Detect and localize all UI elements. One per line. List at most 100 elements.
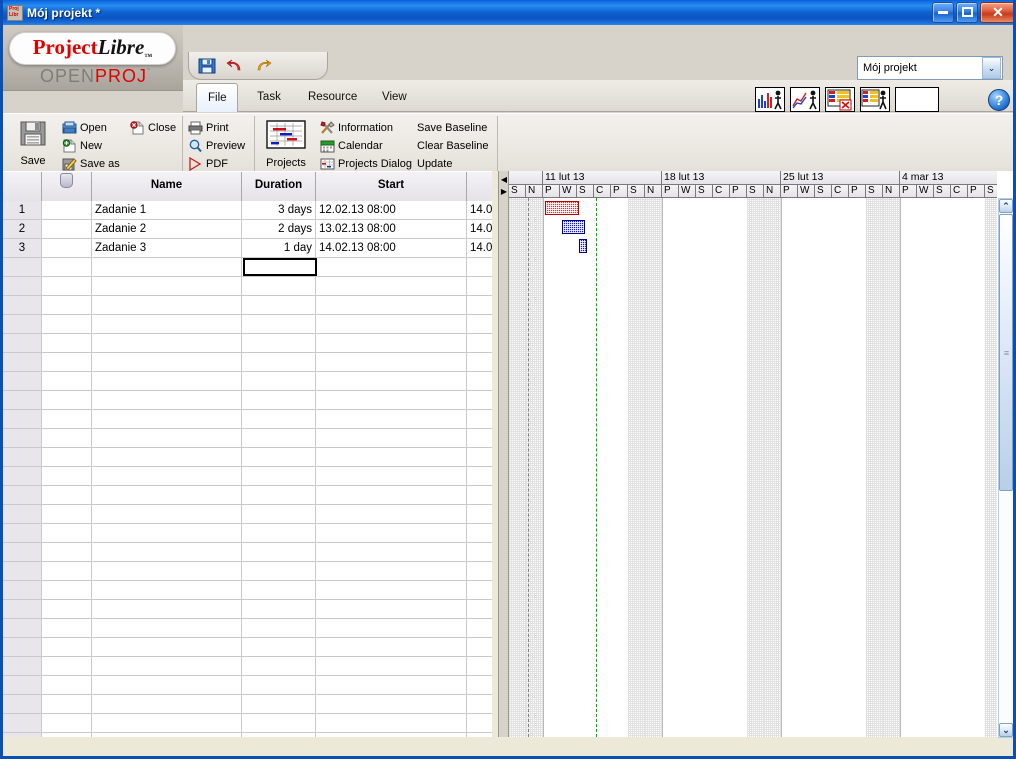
cell-finish[interactable]: 14.02	[467, 239, 495, 257]
cell-start[interactable]	[316, 600, 467, 618]
cell-finish[interactable]	[467, 277, 495, 295]
cell-finish[interactable]	[467, 391, 495, 409]
save-icon[interactable]	[198, 57, 216, 75]
task-bar-1[interactable]	[545, 201, 579, 215]
table-row-empty[interactable]	[3, 315, 495, 334]
maximize-button[interactable]	[956, 2, 978, 23]
cell-indicator[interactable]	[42, 619, 92, 637]
task-bar-3[interactable]	[579, 239, 587, 253]
cell-duration[interactable]	[242, 315, 316, 333]
cell-idx[interactable]	[3, 733, 42, 737]
cell-idx[interactable]	[3, 334, 42, 352]
table-row-empty[interactable]	[3, 372, 495, 391]
tab-view[interactable]: View	[371, 83, 417, 112]
cell-indicator[interactable]	[42, 201, 92, 219]
cell-start[interactable]	[316, 258, 467, 276]
cell-indicator[interactable]	[42, 676, 92, 694]
chevron-down-icon[interactable]: ⌄	[982, 57, 1001, 79]
cell-start[interactable]	[316, 334, 467, 352]
information-button[interactable]: Information	[319, 119, 393, 137]
cell-duration[interactable]	[242, 562, 316, 580]
cell-name[interactable]	[92, 714, 242, 732]
cell-idx[interactable]	[3, 315, 42, 333]
cell-idx[interactable]	[3, 562, 42, 580]
gantt-vertical-scrollbar[interactable]: ⌃ ≡ ⌄	[998, 198, 1013, 738]
cell-finish[interactable]	[467, 733, 495, 737]
table-row-empty[interactable]	[3, 391, 495, 410]
cell-indicator[interactable]	[42, 410, 92, 428]
cell-name[interactable]	[92, 676, 242, 694]
cell-name[interactable]	[92, 619, 242, 637]
cell-indicator[interactable]	[42, 315, 92, 333]
cell-duration[interactable]	[242, 733, 316, 737]
cell-name[interactable]	[92, 600, 242, 618]
cell-finish[interactable]	[467, 467, 495, 485]
cell-start[interactable]: 12.02.13 08:00	[316, 201, 467, 219]
cell-duration[interactable]	[242, 600, 316, 618]
cell-name[interactable]: Zadanie 2	[92, 220, 242, 238]
cell-start[interactable]	[316, 581, 467, 599]
cell-finish[interactable]	[467, 505, 495, 523]
cell-idx[interactable]	[3, 714, 42, 732]
cell-start[interactable]	[316, 676, 467, 694]
cell-idx[interactable]	[3, 695, 42, 713]
cell-indicator[interactable]	[42, 600, 92, 618]
cell-indicator[interactable]	[42, 372, 92, 390]
cell-indicator[interactable]	[42, 448, 92, 466]
table-row-empty[interactable]	[3, 562, 495, 581]
cell-finish[interactable]	[467, 334, 495, 352]
cell-indicator[interactable]	[42, 733, 92, 737]
cell-finish[interactable]	[467, 448, 495, 466]
cell-duration[interactable]	[242, 695, 316, 713]
table-row-empty[interactable]	[3, 638, 495, 657]
cell-duration[interactable]: 1 day	[242, 239, 316, 257]
gantt-scroll-up-button[interactable]: ⌃	[999, 199, 1013, 213]
cell-idx[interactable]	[3, 448, 42, 466]
cell-start[interactable]	[316, 695, 467, 713]
cell-finish[interactable]	[467, 372, 495, 390]
table-row[interactable]: 1 Zadanie 13 days12.02.13 08:0014.02	[3, 201, 495, 220]
cell-indicator[interactable]	[42, 334, 92, 352]
cell-finish[interactable]	[467, 353, 495, 371]
table-row-empty[interactable]	[3, 467, 495, 486]
cell-idx[interactable]	[3, 581, 42, 599]
cell-indicator[interactable]	[42, 562, 92, 580]
table-row-empty[interactable]	[3, 657, 495, 676]
cell-name[interactable]	[92, 695, 242, 713]
cell-indicator[interactable]	[42, 657, 92, 675]
cell-idx[interactable]	[3, 657, 42, 675]
cell-finish[interactable]	[467, 695, 495, 713]
cell-finish[interactable]	[467, 524, 495, 542]
resource-usage-chart-icon[interactable]	[755, 87, 785, 112]
cell-finish[interactable]	[467, 543, 495, 561]
cell-finish[interactable]	[467, 600, 495, 618]
cell-idx[interactable]	[3, 638, 42, 656]
cell-duration[interactable]	[242, 353, 316, 371]
cell-start[interactable]	[316, 429, 467, 447]
cell-name[interactable]: Zadanie 3	[92, 239, 242, 257]
cell-name[interactable]	[92, 733, 242, 737]
cell-name[interactable]: Zadanie 1	[92, 201, 242, 219]
cell-start[interactable]	[316, 372, 467, 390]
cell-name[interactable]	[92, 296, 242, 314]
cell-indicator[interactable]	[42, 638, 92, 656]
table-row-empty[interactable]	[3, 410, 495, 429]
table-header-indicator[interactable]	[42, 172, 92, 201]
cell-finish[interactable]	[467, 296, 495, 314]
preview-button[interactable]: Preview	[187, 137, 245, 155]
table-row-empty[interactable]	[3, 334, 495, 353]
cell-name[interactable]	[92, 562, 242, 580]
cell-duration[interactable]	[242, 448, 316, 466]
cell-indicator[interactable]	[42, 695, 92, 713]
cell-duration[interactable]	[242, 372, 316, 390]
cell-name[interactable]	[92, 353, 242, 371]
cell-idx[interactable]	[3, 277, 42, 295]
table-row-empty[interactable]	[3, 448, 495, 467]
cell-indicator[interactable]	[42, 486, 92, 504]
remove-resource-icon[interactable]	[825, 87, 855, 112]
task-bar-2[interactable]	[562, 220, 585, 234]
cell-duration[interactable]	[242, 505, 316, 523]
cell-indicator[interactable]	[42, 524, 92, 542]
cell-duration[interactable]	[242, 296, 316, 314]
table-header-start[interactable]: Start	[316, 172, 467, 201]
